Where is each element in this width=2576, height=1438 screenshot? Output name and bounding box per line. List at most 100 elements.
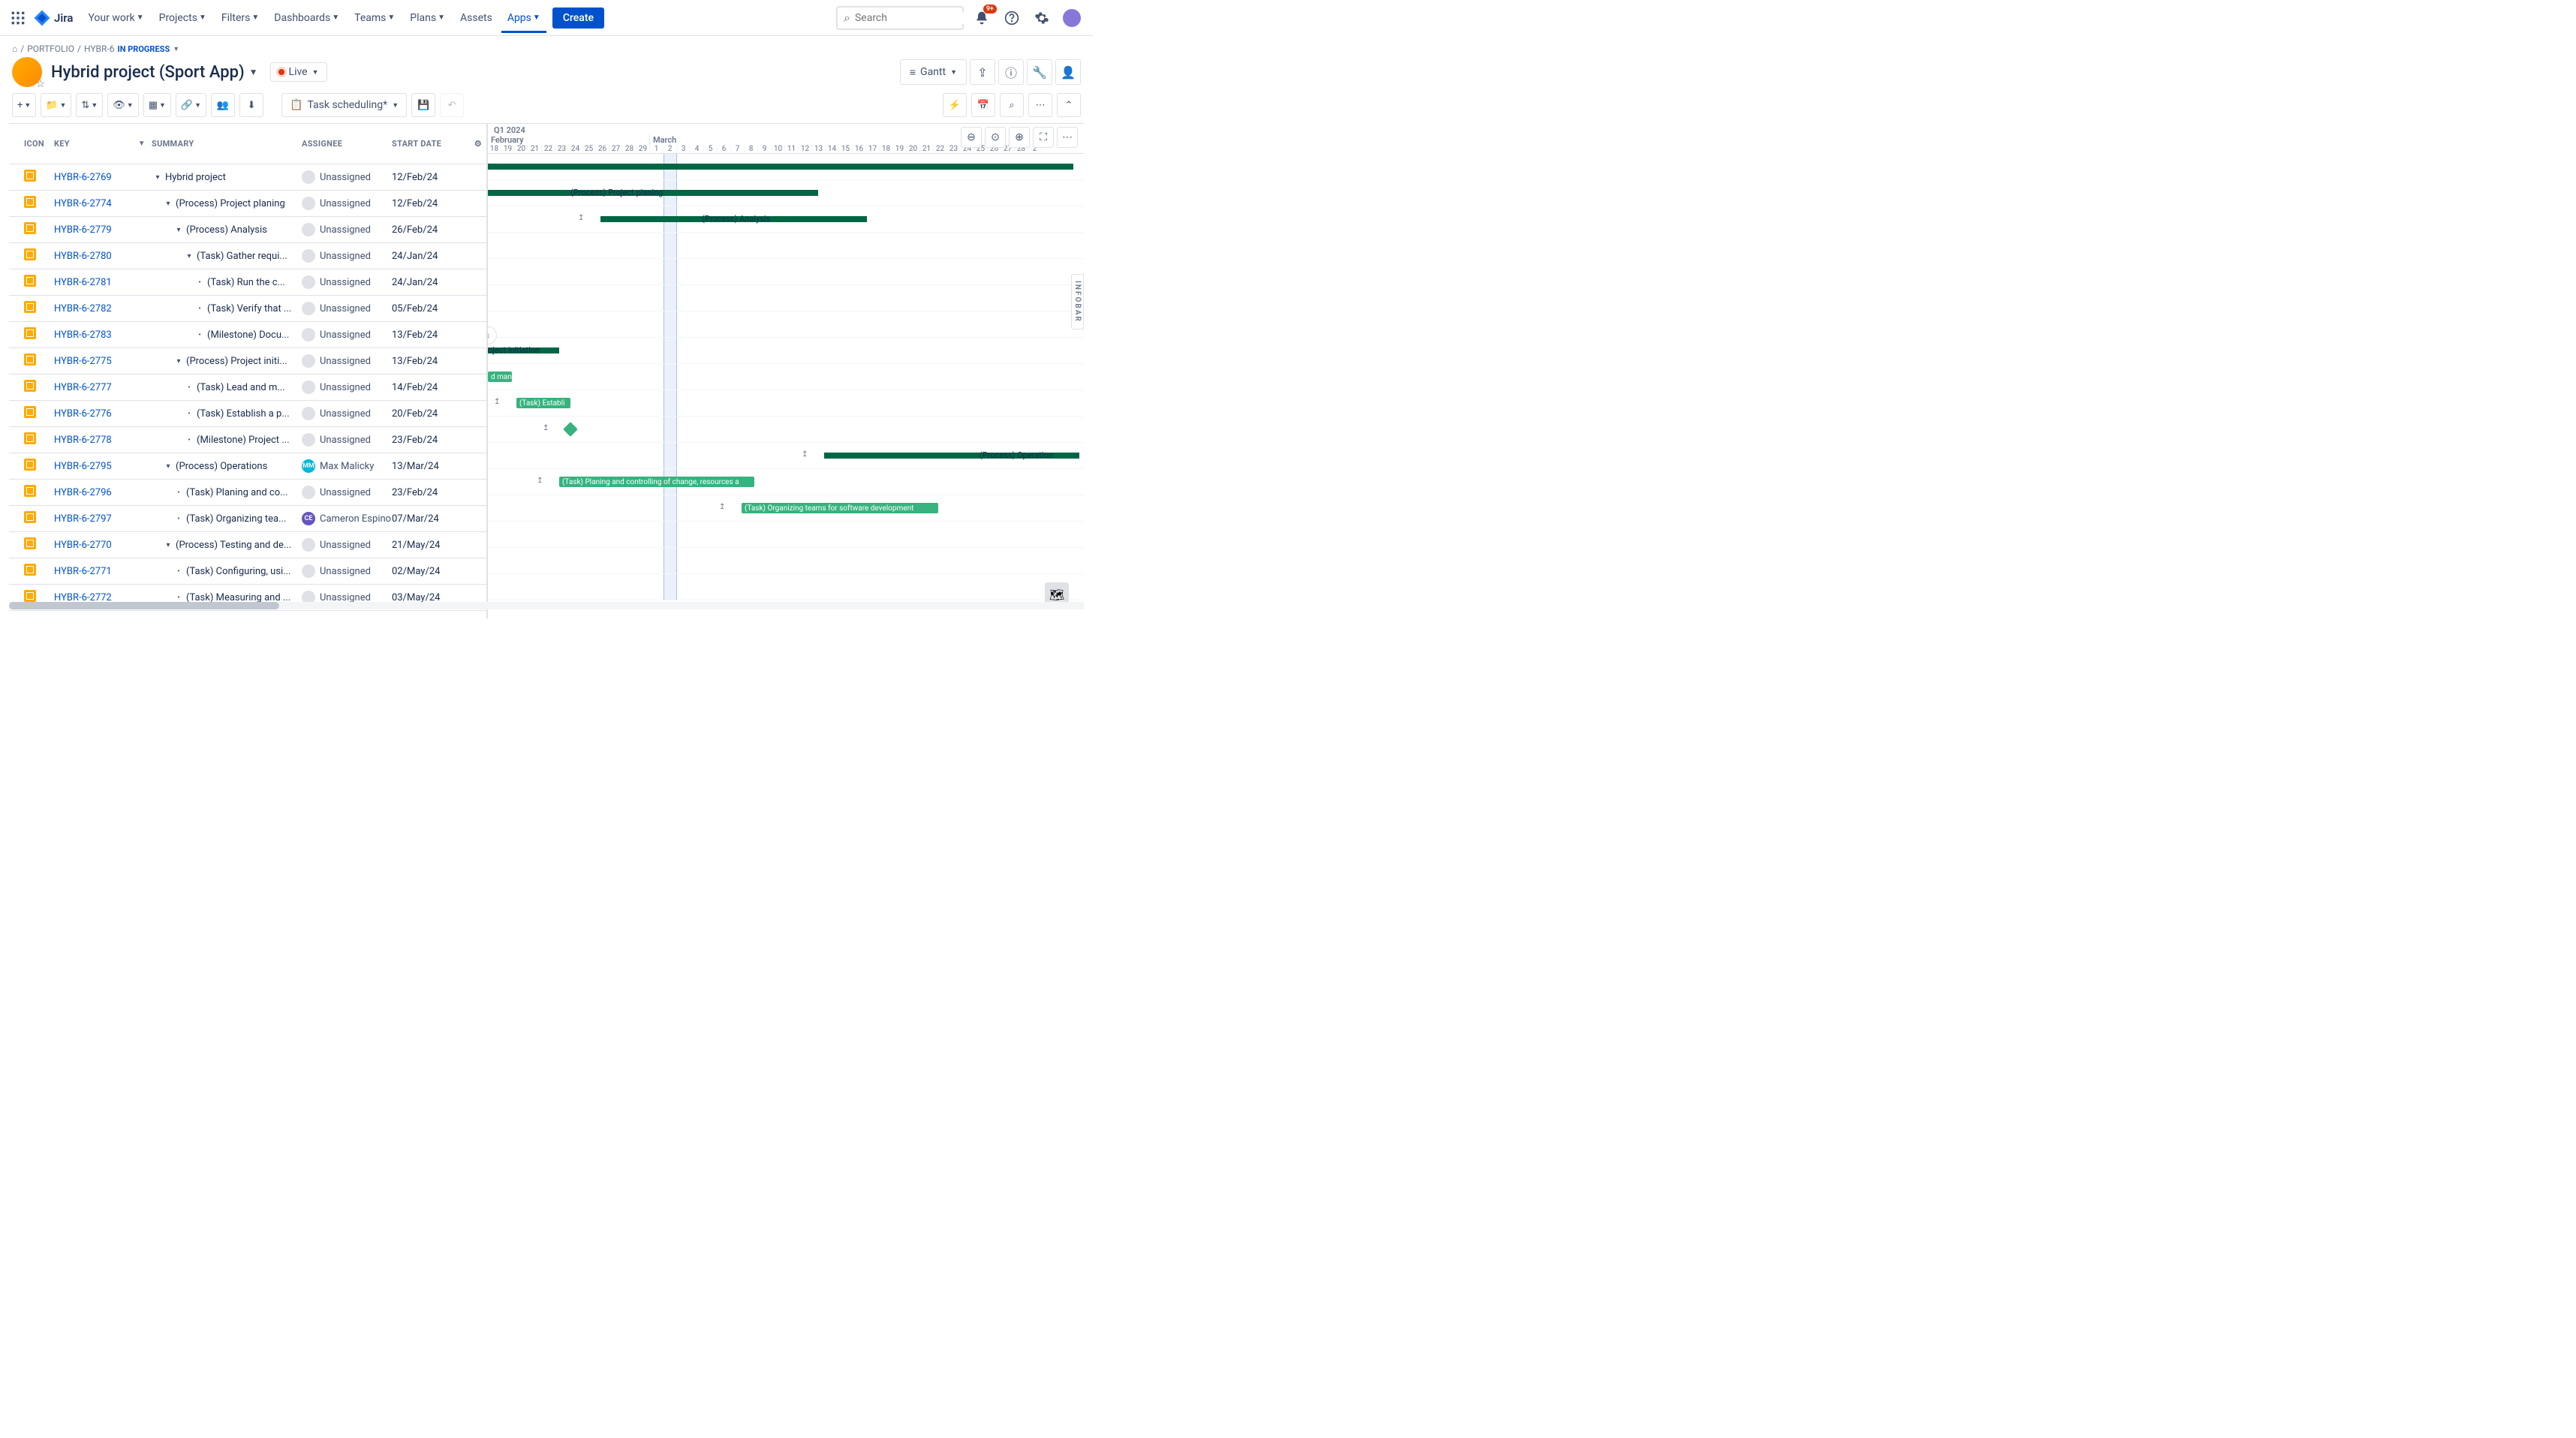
gantt-milestone[interactable] <box>563 422 578 437</box>
table-row[interactable]: HYBR-6-2769▾Hybrid projectUnassigned12/F… <box>9 164 486 191</box>
issue-key[interactable]: HYBR-6-2783 <box>54 329 152 341</box>
search-input[interactable] <box>855 12 989 24</box>
expand-toggle[interactable]: ▾ <box>152 173 164 182</box>
gantt-bar[interactable]: (Task) Planing and controlling of change… <box>559 477 754 487</box>
user-button[interactable]: 👤 <box>1055 59 1081 85</box>
visibility-button[interactable]: 👁▼ <box>107 93 138 117</box>
gantt-bar[interactable]: (Task) Organizing teams for software dev… <box>742 503 938 513</box>
expand-toggle[interactable]: ▾ <box>162 541 174 549</box>
expand-toggle[interactable]: ▾ <box>173 357 185 366</box>
automation-button[interactable]: ⚡ <box>943 93 967 117</box>
table-row[interactable]: HYBR-6-2783•(Milestone) Docu...Unassigne… <box>9 322 486 348</box>
settings-icon[interactable] <box>1030 6 1054 30</box>
timeline-more-button[interactable]: ⋯ <box>1057 127 1078 148</box>
issue-key[interactable]: HYBR-6-2777 <box>54 382 152 393</box>
issue-key[interactable]: HYBR-6-2795 <box>54 461 152 472</box>
infobar-toggle[interactable]: INFOBAR <box>1071 274 1084 329</box>
issue-key[interactable]: HYBR-6-2780 <box>54 251 152 262</box>
expand-toggle[interactable]: ▾ <box>162 462 174 471</box>
assignee-cell[interactable]: Unassigned <box>302 407 392 420</box>
link-button[interactable]: 🔗▼ <box>176 93 206 117</box>
assignee-cell[interactable]: Unassigned <box>302 275 392 289</box>
expand-toggle[interactable]: ▾ <box>183 252 195 260</box>
undo-button[interactable]: ↶ <box>440 93 464 117</box>
assignee-cell[interactable]: Unassigned <box>302 564 392 578</box>
table-row[interactable]: HYBR-6-2795▾(Process) OperationsMMMax Ma… <box>9 453 486 480</box>
nav-item-teams[interactable]: Teams▼ <box>348 9 401 27</box>
search-tool-button[interactable]: ⌕ <box>1000 93 1024 117</box>
help-icon[interactable] <box>1000 6 1024 30</box>
save-button[interactable]: 💾 <box>411 93 435 117</box>
folder-button[interactable]: 📁▼ <box>41 93 71 117</box>
assignee-cell[interactable]: Unassigned <box>302 223 392 236</box>
table-row[interactable]: HYBR-6-2797•(Task) Organizing tea...CECa… <box>9 506 486 532</box>
expand-toggle[interactable]: ▾ <box>162 200 174 208</box>
add-button[interactable]: +▼ <box>12 93 36 117</box>
gear-icon[interactable]: ⚙ <box>474 139 482 149</box>
col-header-summary[interactable]: Summary <box>152 139 302 149</box>
issue-key[interactable]: HYBR-6-2781 <box>54 277 152 288</box>
collapse-button[interactable]: ⌃ <box>1057 93 1081 117</box>
gantt-bar[interactable]: d man. <box>488 372 512 382</box>
info-button[interactable]: ⓘ <box>998 59 1024 85</box>
calendar-button[interactable]: 📅 <box>971 93 995 117</box>
issue-key[interactable]: HYBR-6-2776 <box>54 408 152 420</box>
fullscreen-button[interactable]: ⛶ <box>1033 127 1054 148</box>
nav-item-apps[interactable]: Apps▼ <box>501 3 546 33</box>
status-badge[interactable]: IN PROGRESS <box>118 44 170 54</box>
nav-item-filters[interactable]: Filters▼ <box>215 9 265 27</box>
issue-key[interactable]: HYBR-6-2797 <box>54 513 152 525</box>
issue-key[interactable]: HYBR-6-2779 <box>54 224 152 236</box>
view-mode-button[interactable]: ≡ Gantt ▼ <box>900 59 967 85</box>
nav-item-projects[interactable]: Projects▼ <box>153 9 212 27</box>
nav-item-your-work[interactable]: Your work▼ <box>82 9 149 27</box>
nav-item-assets[interactable]: Assets <box>454 9 498 27</box>
assignee-cell[interactable]: Unassigned <box>302 538 392 552</box>
assignee-cell[interactable]: Unassigned <box>302 486 392 499</box>
col-header-icon[interactable]: Icon <box>9 139 54 149</box>
table-row[interactable]: HYBR-6-2796•(Task) Planing and co...Unas… <box>9 480 486 506</box>
assignee-cell[interactable]: Unassigned <box>302 302 392 315</box>
table-row[interactable]: HYBR-6-2777•(Task) Lead and m...Unassign… <box>9 375 486 401</box>
app-switcher-icon[interactable] <box>9 9 27 27</box>
issue-key[interactable]: HYBR-6-2778 <box>54 435 152 446</box>
breadcrumb-key[interactable]: HYBR-6 <box>84 44 115 54</box>
search-box[interactable]: ⌕ <box>836 6 964 30</box>
issue-key[interactable]: HYBR-6-2770 <box>54 540 152 551</box>
jira-logo[interactable]: Jira <box>33 9 73 27</box>
task-scheduling-button[interactable]: 📋 Task scheduling* ▼ <box>281 93 407 117</box>
assignee-cell[interactable]: Unassigned <box>302 354 392 368</box>
assignee-cell[interactable]: Unassigned <box>302 433 392 447</box>
sort-button[interactable]: ⇅▼ <box>76 93 103 117</box>
nav-item-dashboards[interactable]: Dashboards▼ <box>268 9 345 27</box>
home-icon[interactable]: ⌂ <box>12 44 17 54</box>
table-row[interactable]: HYBR-6-2780▾(Task) Gather requi...Unassi… <box>9 243 486 269</box>
issue-key[interactable]: HYBR-6-2782 <box>54 303 152 314</box>
col-header-start-date[interactable]: Start Date ⚙ <box>392 139 486 149</box>
assignee-cell[interactable]: Unassigned <box>302 328 392 341</box>
horizontal-scrollbar[interactable] <box>9 602 1084 609</box>
table-row[interactable]: HYBR-6-2781•(Task) Run the c...Unassigne… <box>9 269 486 296</box>
table-row[interactable]: HYBR-6-2779▾(Process) AnalysisUnassigned… <box>9 217 486 243</box>
assignee-cell[interactable]: Unassigned <box>302 170 392 184</box>
table-row[interactable]: HYBR-6-2776•(Task) Establish a p...Unass… <box>9 401 486 427</box>
table-row[interactable]: HYBR-6-2778•(Milestone) Project ...Unass… <box>9 427 486 453</box>
table-row[interactable]: HYBR-6-2774▾(Process) Project planingUna… <box>9 191 486 217</box>
table-row[interactable]: HYBR-6-2771•(Task) Configuring, usi...Un… <box>9 558 486 585</box>
people-button[interactable]: 👥 <box>211 93 235 117</box>
breadcrumb-portfolio[interactable]: PORTFOLIO <box>27 44 74 54</box>
assignee-cell[interactable]: CECameron Espino <box>302 512 392 525</box>
profile-avatar[interactable] <box>1060 6 1084 30</box>
gantt-bar[interactable]: (Task) Establi <box>516 398 570 408</box>
assignee-cell[interactable]: MMMax Malicky <box>302 459 392 473</box>
share-button[interactable]: ⇪ <box>970 59 995 85</box>
issue-key[interactable]: HYBR-6-2775 <box>54 356 152 367</box>
col-header-assignee[interactable]: Assignee <box>302 139 392 149</box>
zoom-in-button[interactable]: ⊕ <box>1009 127 1030 148</box>
nav-item-plans[interactable]: Plans▼ <box>404 9 451 27</box>
create-button[interactable]: Create <box>552 8 604 29</box>
assignee-cell[interactable]: Unassigned <box>302 197 392 210</box>
table-row[interactable]: HYBR-6-2770▾(Process) Testing and de...U… <box>9 532 486 558</box>
assignee-cell[interactable]: Unassigned <box>302 249 392 263</box>
zoom-out-button[interactable]: ⊖ <box>961 127 982 148</box>
